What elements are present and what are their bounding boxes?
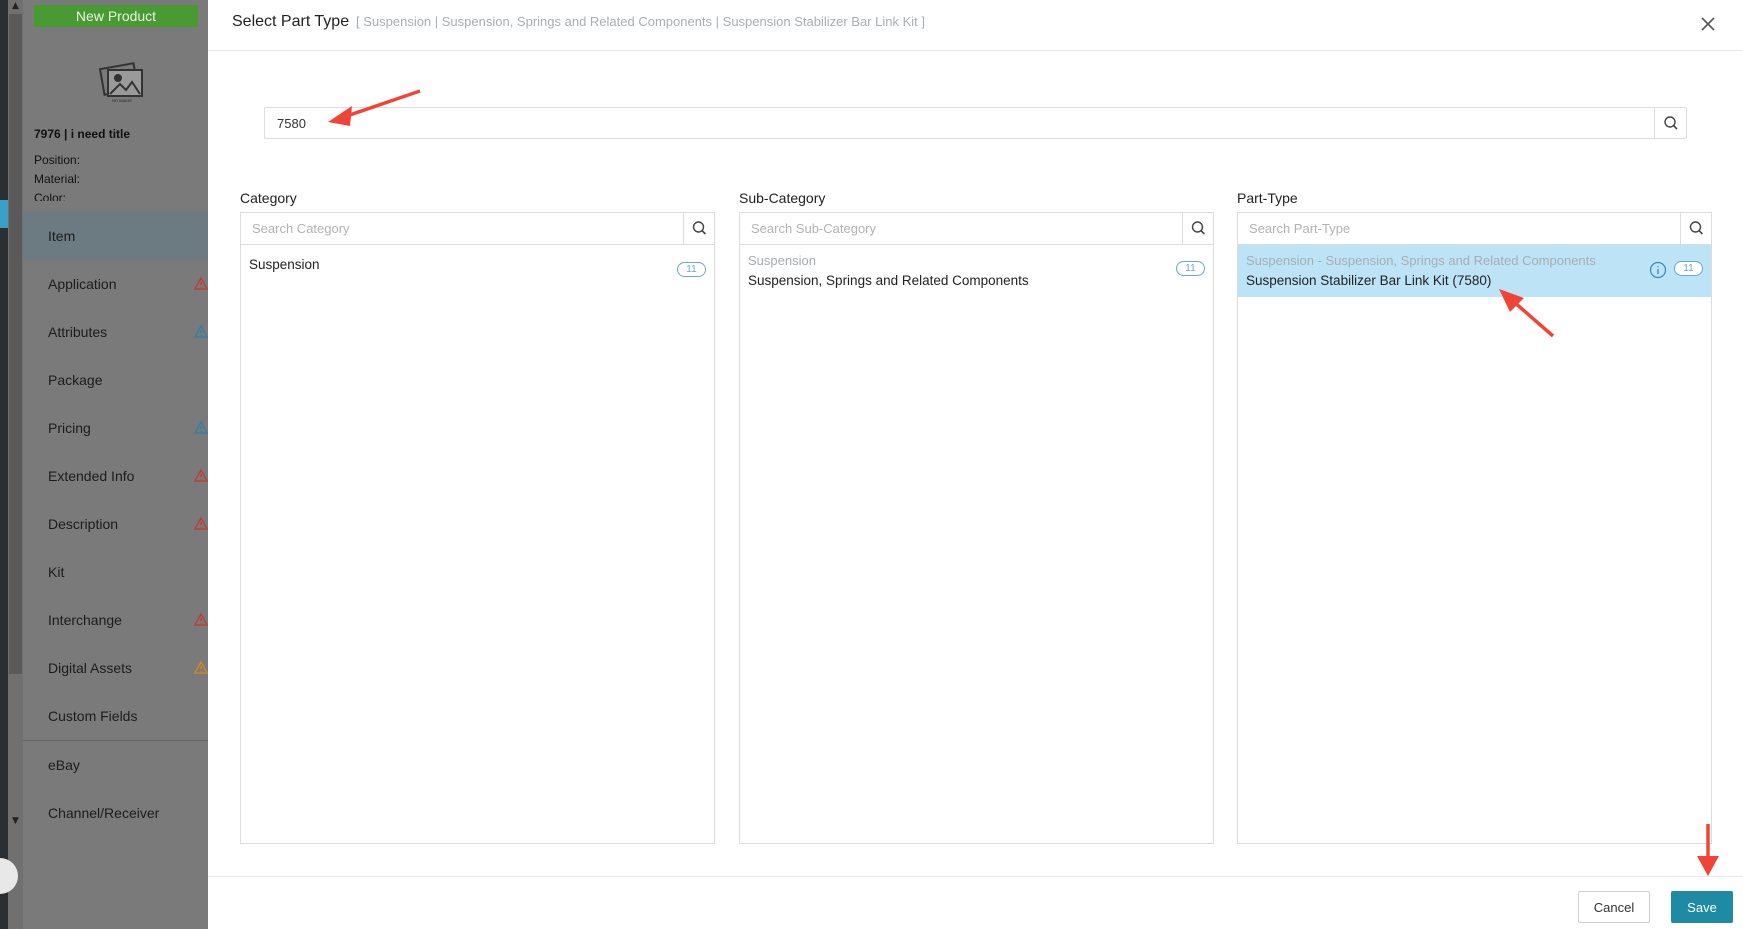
count-badge: 11 [1176, 261, 1205, 276]
part-type-search-button[interactable] [1654, 108, 1686, 138]
active-indicator [0, 200, 8, 228]
count-badge: 11 [1674, 261, 1703, 276]
category-label: Category [240, 190, 297, 206]
sidebar-item-description[interactable]: Description [23, 500, 208, 548]
count-badge: 11 [677, 262, 706, 277]
warning-icon [194, 421, 208, 434]
category-search [240, 212, 715, 244]
sidebar-item-label: Channel/Receiver [48, 805, 160, 821]
no-image-icon: NO IMAGE [98, 62, 143, 103]
close-icon[interactable] [1696, 12, 1720, 36]
sidebar-item-label: Interchange [48, 612, 122, 628]
meta-color: Color: [34, 191, 67, 201]
parttype-search [1237, 212, 1712, 244]
search-icon [1664, 116, 1678, 130]
scroll-up-icon[interactable]: ▲ [9, 0, 22, 12]
sidebar-item-label: Package [48, 372, 103, 388]
category-search-input[interactable] [241, 213, 681, 243]
sidebar-item-label: Kit [48, 564, 65, 580]
search-icon [1191, 221, 1205, 235]
search-icon [1689, 221, 1703, 235]
parttype-label: Part-Type [1237, 190, 1298, 206]
sidebar-item-pricing[interactable]: Pricing [23, 404, 208, 452]
item-title: 7976 | i need title [34, 127, 131, 141]
sidebar-item-label: Item [48, 228, 76, 244]
category-column: Category Suspension 11 [240, 188, 715, 844]
select-part-type-dialog: Select Part Type [ Suspension | Suspensi… [208, 0, 1743, 929]
outer-scrollbar[interactable]: ▲ ▼ [0, 0, 24, 929]
sidebar-item-digital-assets[interactable]: Digital Assets [23, 644, 208, 692]
info-icon[interactable] [1649, 261, 1667, 279]
subcategory-search-input[interactable] [740, 213, 1180, 243]
subcategory-column: Sub-Category Suspension Suspension, Spri… [739, 188, 1214, 844]
part-type-search [264, 107, 1687, 139]
parttype-list: Suspension - Suspension, Springs and Rel… [1237, 244, 1712, 844]
sidebar-item-channel-receiver[interactable]: Channel/Receiver [23, 789, 208, 837]
no-image-label: NO IMAGE [112, 98, 132, 103]
search-icon [692, 221, 706, 235]
dialog-footer: Cancel Save [208, 876, 1743, 929]
category-search-button[interactable] [683, 213, 714, 244]
scroll-thumb[interactable] [9, 14, 22, 674]
list-item[interactable]: Suspension 11 [241, 245, 714, 285]
subcategory-item-label: Suspension, Springs and Related Componen… [748, 273, 1029, 288]
subcategory-list: Suspension Suspension, Springs and Relat… [739, 244, 1214, 844]
sidebar-item-interchange[interactable]: Interchange [23, 596, 208, 644]
save-button[interactable]: Save [1671, 891, 1733, 923]
sidebar-item-label: Extended Info [48, 468, 135, 484]
sidebar-item-custom-fields[interactable]: Custom Fields [23, 692, 208, 740]
scroll-down-icon[interactable]: ▼ [9, 815, 22, 827]
product-sidebar: New Product NO IMAGE 7976 | i need title… [23, 0, 208, 929]
meta-position: Position: [34, 153, 81, 167]
selection-breadcrumb: [ Suspension | Suspension, Springs and R… [356, 14, 925, 29]
subcategory-search [739, 212, 1214, 244]
sidebar-item-label: Application [48, 276, 117, 292]
cancel-button[interactable]: Cancel [1578, 891, 1650, 923]
sidebar-item-label: Attributes [48, 324, 108, 340]
parttype-search-button[interactable] [1680, 213, 1711, 244]
sidebar-item-label: eBay [48, 757, 80, 773]
sidebar-item-label: Description [48, 516, 119, 532]
parttype-item-label: Suspension Stabilizer Bar Link Kit (7580… [1246, 273, 1492, 288]
sidebar-item-package[interactable]: Package [23, 356, 208, 404]
warning-icon [194, 517, 208, 530]
list-item[interactable]: Suspension Suspension, Springs and Relat… [740, 245, 1213, 297]
warning-icon [194, 613, 208, 626]
sidebar-item-label: Digital Assets [48, 660, 133, 676]
sidebar-item-ebay[interactable]: eBay [23, 741, 208, 789]
subcategory-item-parent: Suspension [748, 253, 816, 268]
sidebar-nav: Item Application Attributes Package Pric… [23, 212, 208, 837]
dialog-header: Select Part Type [ Suspension | Suspensi… [208, 0, 1743, 51]
sidebar-item-application[interactable]: Application [23, 260, 208, 308]
warning-icon [194, 277, 208, 290]
sidebar-item-kit[interactable]: Kit [23, 548, 208, 596]
meta-material: Material: [34, 172, 81, 186]
sidebar-item-label: Pricing [48, 420, 91, 436]
sidebar-item-item[interactable]: Item [23, 212, 208, 260]
warning-icon [194, 469, 208, 482]
sidebar-item-extended-info[interactable]: Extended Info [23, 452, 208, 500]
parttype-search-input[interactable] [1238, 213, 1678, 243]
sidebar-item-attributes[interactable]: Attributes [23, 308, 208, 356]
sidebar-item-label: Custom Fields [48, 708, 138, 724]
parttype-item-path: Suspension - Suspension, Springs and Rel… [1246, 253, 1596, 268]
new-product-button[interactable]: New Product [34, 5, 198, 27]
category-list: Suspension 11 [240, 244, 715, 844]
list-item[interactable]: Suspension - Suspension, Springs and Rel… [1238, 245, 1711, 297]
subcategory-search-button[interactable] [1182, 213, 1213, 244]
category-item-label: Suspension [249, 257, 320, 272]
subcategory-label: Sub-Category [739, 190, 826, 206]
dialog-title: Select Part Type [232, 13, 350, 30]
warning-icon [194, 661, 208, 674]
part-type-search-input[interactable] [265, 108, 1655, 138]
parttype-column: Part-Type Suspension - Suspension, Sprin… [1237, 188, 1712, 844]
warning-icon [194, 325, 208, 338]
